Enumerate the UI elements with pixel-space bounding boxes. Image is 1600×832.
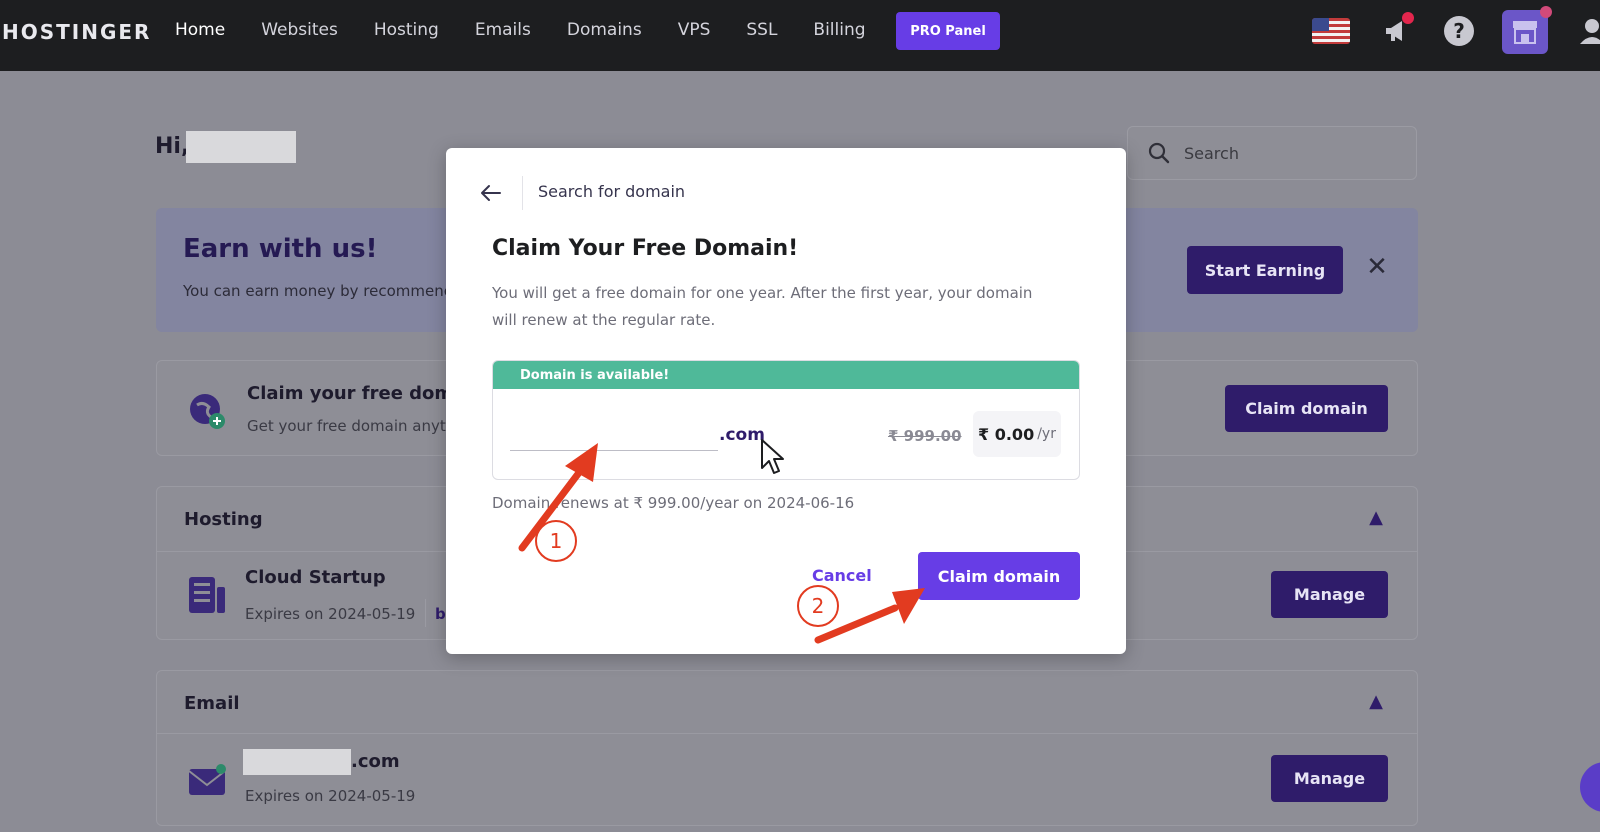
email-expiry: Expires on 2024-05-19 (245, 787, 416, 805)
user-icon[interactable] (1578, 14, 1600, 48)
domain-availability-box: Domain is available! .com ₹ 999.00 ₹ 0.0… (492, 360, 1080, 480)
price-unit: /yr (1037, 426, 1056, 442)
modal-header: Search for domain (538, 182, 686, 201)
email-domain-suffix: .com (351, 751, 400, 772)
divider (425, 599, 426, 627)
nav-ssl[interactable]: SSL (746, 20, 777, 40)
modal-title: Claim Your Free Domain! (492, 236, 799, 261)
price-pill: ₹ 0.00 /yr (973, 411, 1061, 457)
back-arrow-icon[interactable] (476, 178, 506, 208)
domain-name-input[interactable] (510, 417, 718, 451)
nav-hosting[interactable]: Hosting (374, 20, 439, 40)
search-input[interactable]: Search (1127, 126, 1417, 180)
redacted-email-domain (243, 749, 351, 775)
hostinger-logo[interactable]: HOSTINGER (2, 20, 151, 44)
chevron-up-icon[interactable]: ▲ (1369, 507, 1383, 528)
svg-text:?: ? (1453, 19, 1465, 43)
divider (157, 733, 1417, 734)
pro-panel-button[interactable]: PRO Panel (896, 12, 1000, 50)
original-price: ₹ 999.00 (888, 427, 962, 445)
claim-domain-card-button[interactable]: Claim domain (1225, 385, 1388, 432)
nav-vps[interactable]: VPS (678, 20, 711, 40)
modal-description: You will get a free domain for one year.… (492, 284, 1033, 329)
email-card: Email ▲ .com Expires on 2024-05-19 (156, 670, 1418, 826)
store-badge (1540, 6, 1552, 18)
nav-websites[interactable]: Websites (261, 20, 338, 40)
earn-title: Earn with us! (183, 234, 378, 264)
step-1-label: 1 (535, 520, 577, 562)
search-icon (1148, 142, 1170, 164)
claim-card-subtitle: Get your free domain anyti (247, 417, 450, 435)
divider (522, 176, 523, 210)
redacted-username (186, 131, 296, 163)
hosting-expiry: Expires on 2024-05-19 (245, 605, 416, 623)
server-icon (187, 575, 227, 619)
nav-domains[interactable]: Domains (567, 20, 642, 40)
help-icon[interactable]: ? (1442, 14, 1476, 48)
store-icon[interactable] (1502, 6, 1552, 54)
availability-banner: Domain is available! (493, 361, 1079, 389)
notification-dot (1402, 12, 1414, 24)
domain-tld: .com (719, 425, 765, 445)
search-placeholder: Search (1184, 143, 1239, 163)
start-earning-button[interactable]: Start Earning (1187, 246, 1343, 294)
megaphone-icon[interactable] (1380, 12, 1414, 48)
greeting: Hi, (155, 134, 189, 159)
close-icon[interactable]: ✕ (1364, 252, 1390, 282)
hosting-plan-name: Cloud Startup (245, 567, 386, 588)
globe-plus-icon (187, 391, 227, 431)
hosting-section-title: Hosting (184, 509, 263, 530)
claim-domain-modal: Search for domain Claim Your Free Domain… (446, 148, 1126, 654)
chat-icon[interactable] (1580, 762, 1600, 812)
cancel-button[interactable]: Cancel (812, 566, 872, 585)
top-navigation-bar: HOSTINGER Home Websites Hosting Emails D… (0, 0, 1600, 71)
nav-emails[interactable]: Emails (475, 20, 531, 40)
claim-domain-button[interactable]: Claim domain (918, 552, 1080, 600)
nav-home[interactable]: Home (175, 20, 225, 40)
nav-billing[interactable]: Billing (813, 20, 865, 40)
email-manage-button[interactable]: Manage (1271, 755, 1388, 802)
hosting-extra-link[interactable]: b (435, 605, 446, 623)
current-price: ₹ 0.00 (978, 424, 1035, 444)
claim-card-title: Claim your free domai (247, 383, 472, 404)
step-2-label: 2 (797, 585, 839, 627)
renewal-note: Domain renews at ₹ 999.00/year on 2024-0… (492, 494, 855, 512)
email-section-title: Email (184, 693, 240, 714)
mouse-cursor-icon (760, 438, 786, 480)
us-flag-icon[interactable] (1312, 18, 1350, 44)
hosting-manage-button[interactable]: Manage (1271, 571, 1388, 618)
greeting-text: Hi, (155, 134, 190, 159)
email-icon (187, 763, 227, 801)
earn-subtitle: You can earn money by recommenc (183, 282, 452, 300)
chevron-up-icon[interactable]: ▲ (1369, 691, 1383, 712)
main-nav: Home Websites Hosting Emails Domains VPS… (175, 20, 902, 40)
